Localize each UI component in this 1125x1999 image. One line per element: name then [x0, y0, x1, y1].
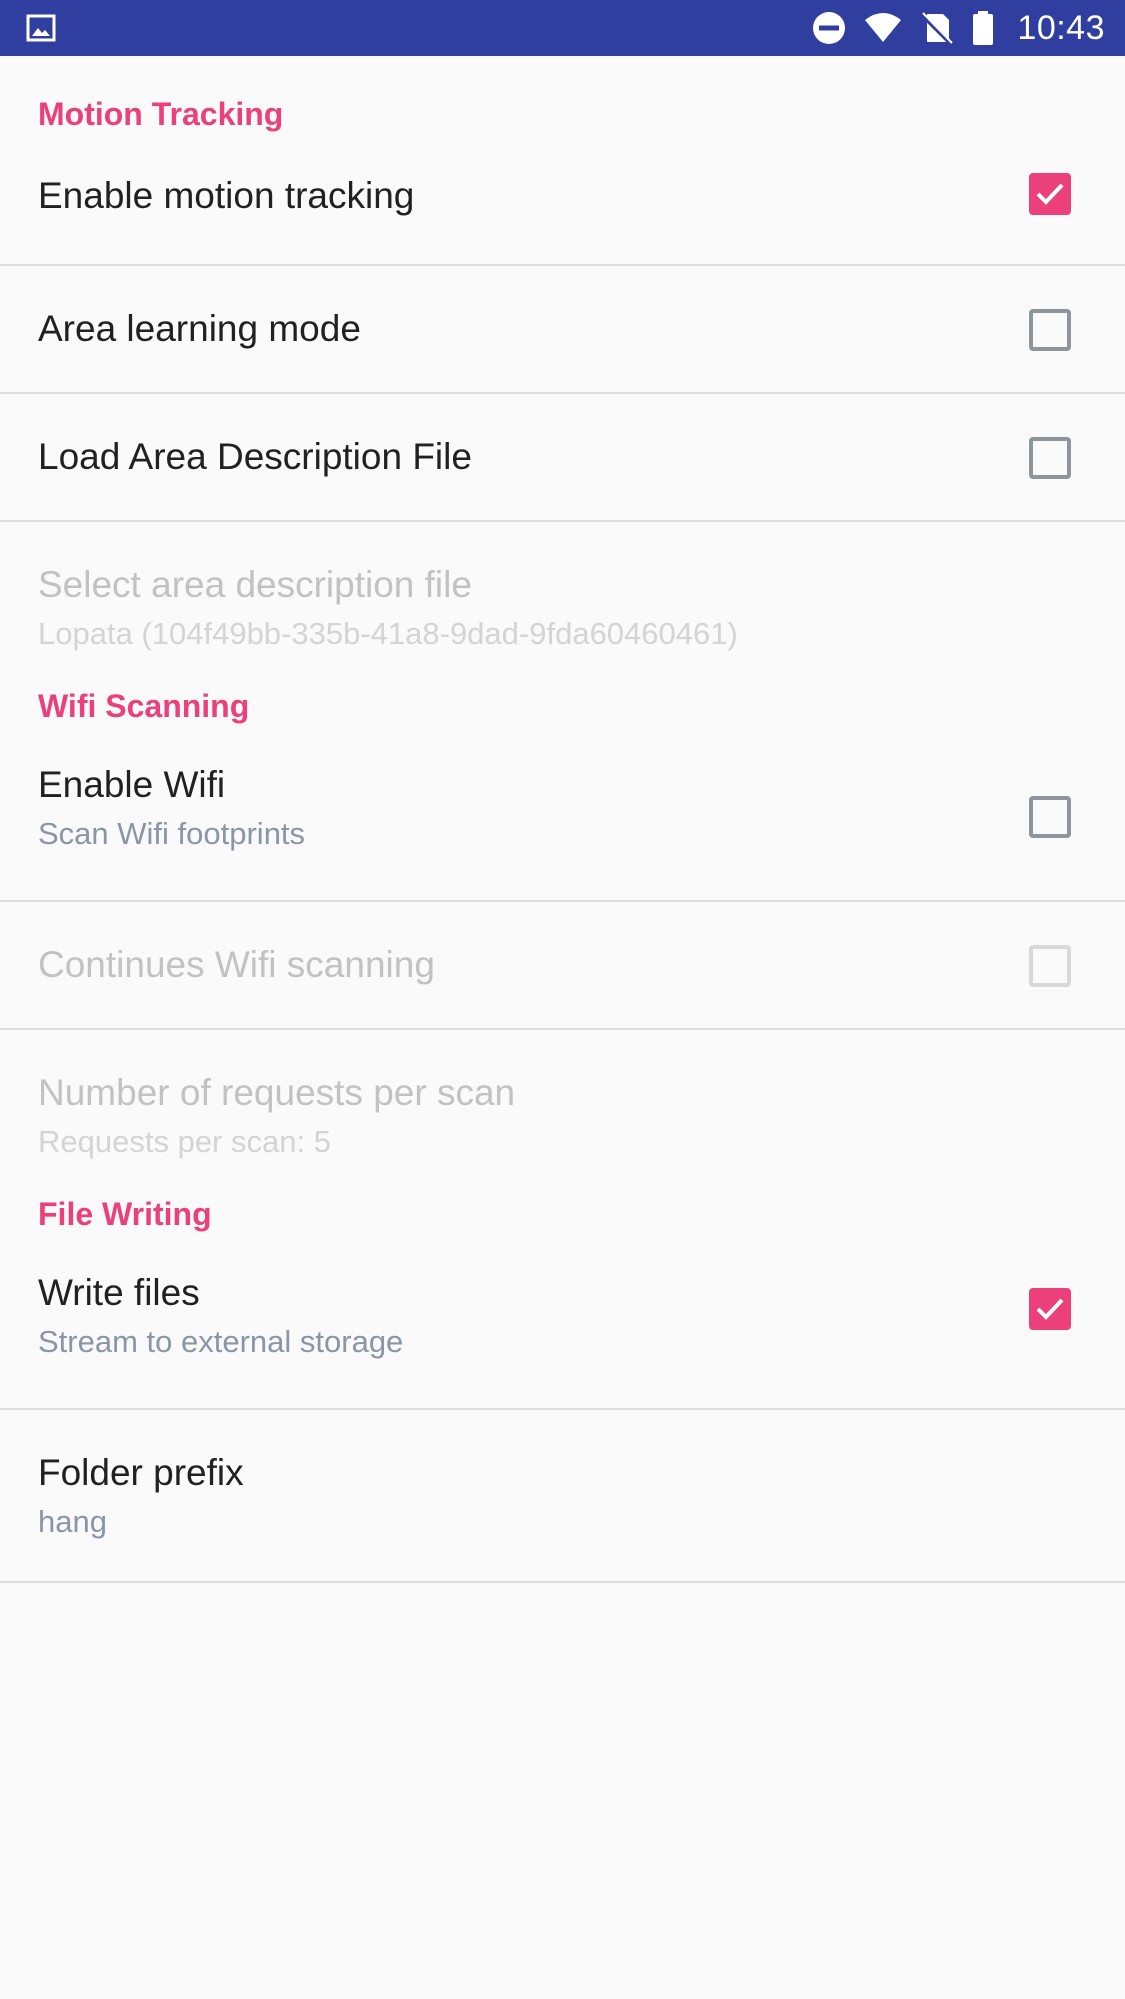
write-files-checkbox[interactable]	[1029, 1288, 1071, 1330]
section-header-wifi-scanning: Wifi Scanning	[38, 688, 250, 724]
section-header-motion-tracking: Motion Tracking	[38, 96, 284, 132]
no-sim-icon	[921, 12, 954, 46]
status-bar: 10:43	[0, 0, 1125, 56]
pref-area-learning-mode[interactable]: Area learning mode	[0, 266, 1125, 394]
pref-summary: hang	[38, 1504, 107, 1539]
wifi-icon	[865, 13, 902, 42]
pref-enable-motion-tracking[interactable]: Enable motion tracking	[0, 173, 1125, 266]
battery-icon	[973, 11, 994, 45]
section-header-file-writing: File Writing	[38, 1196, 212, 1232]
pref-title: Select area description file	[38, 564, 472, 605]
pref-summary: Scan Wifi footprints	[38, 816, 306, 851]
do-not-disturb-icon	[813, 12, 846, 44]
pref-continues-wifi-scanning: Continues Wifi scanning	[0, 902, 1125, 1030]
area-learning-mode-checkbox[interactable]	[1029, 309, 1071, 351]
pref-folder-prefix[interactable]: Folder prefix hang	[0, 1410, 1125, 1583]
pref-summary: Requests per scan: 5	[38, 1124, 331, 1159]
pref-select-area-description-file: Select area description file Lopata (104…	[0, 522, 1125, 663]
pref-enable-wifi[interactable]: Enable Wifi Scan Wifi footprints	[0, 750, 1125, 902]
settings-list: Motion Tracking Enable motion tracking A…	[0, 56, 1125, 1583]
pref-title: Number of requests per scan	[38, 1072, 516, 1113]
pref-summary: Lopata (104f49bb-335b-41a8-9dad-9fda6046…	[38, 616, 738, 651]
clock-time: 10:43	[1017, 8, 1105, 47]
pref-title: Continues Wifi scanning	[38, 944, 435, 985]
pref-title: Enable motion tracking	[38, 175, 415, 216]
pref-load-area-description-file[interactable]: Load Area Description File	[0, 394, 1125, 522]
pref-number-of-requests-per-scan: Number of requests per scan Requests per…	[0, 1030, 1125, 1171]
load-area-description-file-checkbox[interactable]	[1029, 437, 1071, 479]
image-icon	[26, 14, 56, 42]
enable-wifi-checkbox[interactable]	[1029, 796, 1071, 838]
check-icon	[1036, 183, 1064, 205]
pref-title: Folder prefix	[38, 1452, 244, 1493]
pref-title: Area learning mode	[38, 308, 361, 349]
continues-wifi-scanning-checkbox	[1029, 945, 1071, 987]
pref-title: Write files	[38, 1272, 200, 1313]
pref-title: Enable Wifi	[38, 764, 226, 805]
enable-motion-tracking-checkbox[interactable]	[1029, 173, 1071, 215]
check-icon	[1036, 1298, 1064, 1320]
pref-title: Load Area Description File	[38, 436, 472, 477]
pref-summary: Stream to external storage	[38, 1324, 404, 1359]
pref-write-files[interactable]: Write files Stream to external storage	[0, 1258, 1125, 1410]
